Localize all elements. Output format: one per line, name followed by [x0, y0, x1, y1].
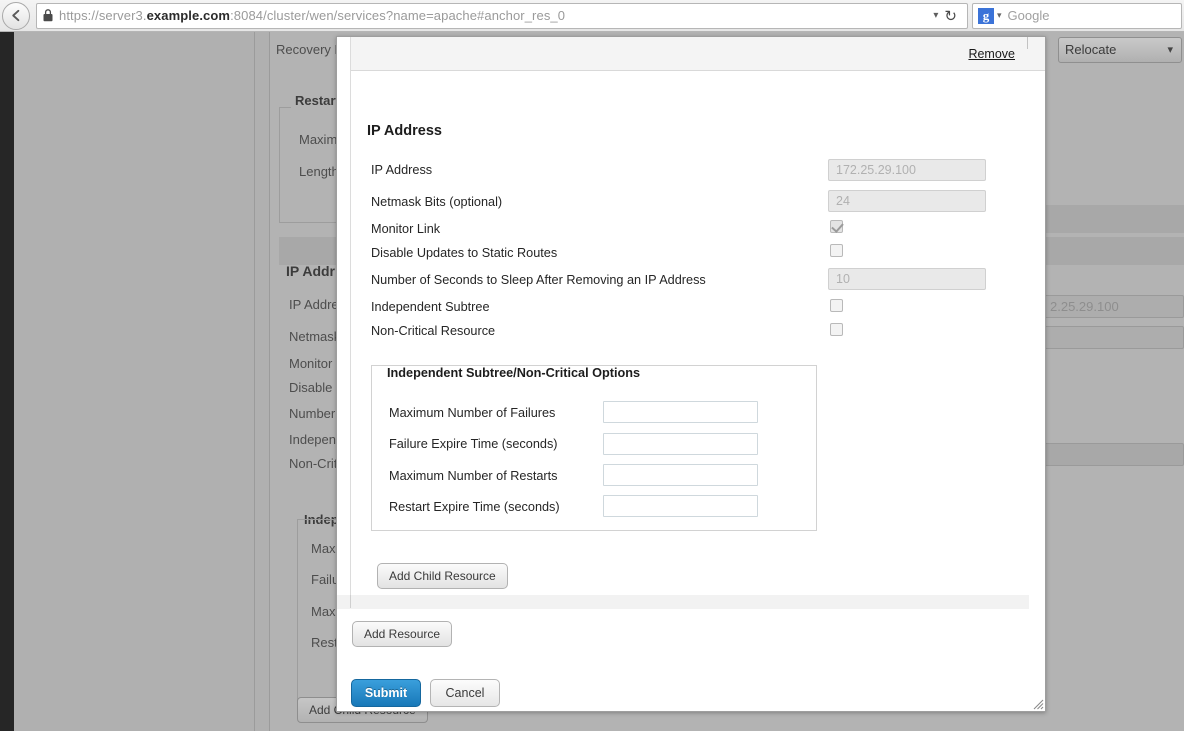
url-input[interactable]: https://server3.example.com:8084/cluster… [36, 2, 968, 29]
monitor-link-checkbox[interactable] [830, 220, 843, 233]
restart-expire-time-label: Restart Expire Time (seconds) [389, 500, 560, 514]
google-logo-icon[interactable]: g [978, 7, 994, 24]
add-resource-button[interactable]: Add Resource [352, 621, 453, 647]
sleep-seconds-input[interactable]: 10 [828, 268, 986, 290]
underlay-panel-band-right [1044, 205, 1184, 233]
underlay-subtree-label-0: Maxi [311, 541, 339, 556]
underlay-recovery-label: Recovery P [276, 42, 344, 57]
chevron-down-icon[interactable]: ▾ [997, 10, 1002, 21]
chevron-down-icon: ▾ [1167, 44, 1173, 56]
left-dark-margin [0, 32, 14, 731]
underlay-ip-input[interactable]: 2.25.29.100 [1042, 295, 1184, 318]
non-critical-resource-label: Non-Critical Resource [371, 324, 496, 338]
disable-updates-static-routes-label: Disable Updates to Static Routes [371, 246, 558, 260]
underlay-field-label-4: Number [289, 406, 336, 421]
dialog-form-left-border [350, 37, 351, 609]
url-text: https://server3.example.com:8084/cluster… [59, 8, 566, 23]
submit-button[interactable]: Submit [351, 679, 421, 707]
collapsed-panel-left-edge [350, 595, 351, 608]
monitor-link-label: Monitor Link [371, 222, 441, 236]
underlay-netmask-input[interactable] [1042, 326, 1184, 349]
chevron-down-icon[interactable]: ▾ [929, 10, 944, 21]
maximum-restarts-label: Maximum Number of Restarts [389, 469, 558, 483]
cancel-button[interactable]: Cancel [430, 679, 500, 707]
dialog-section-title: IP Address [367, 123, 442, 139]
non-critical-resource-checkbox[interactable] [830, 323, 843, 336]
underlay-field-label-3: Disable [289, 380, 333, 395]
resize-grip-icon[interactable] [1032, 698, 1044, 710]
underlay-subtree-label-2: Maxi [311, 604, 339, 619]
independent-subtree-label: Independent Subtree [371, 300, 490, 314]
underlay-field-label-6: Non-Crit [289, 456, 338, 471]
restart-expire-time-input[interactable] [603, 495, 758, 517]
page-area: Recovery P Restart Maximu Length IP Addr… [0, 32, 1184, 731]
back-arrow-icon[interactable] [2, 1, 30, 30]
independent-subtree-options-legend: Independent Subtree/Non-Critical Options [382, 366, 646, 380]
collapsed-resource-panel-band[interactable] [337, 595, 1029, 609]
search-placeholder: Google [1007, 8, 1050, 23]
netmask-bits-input[interactable]: 24 [828, 190, 986, 212]
search-input[interactable]: g ▾ Google [972, 2, 1182, 29]
underlay-length-label: Length [299, 164, 339, 179]
relocate-select[interactable]: Relocate ▾ [1058, 37, 1182, 63]
failure-expire-time-label: Failure Expire Time (seconds) [389, 437, 558, 451]
underlay-field-label-1: Netmask [289, 329, 341, 344]
underlay-subtree-label-3: Rest [311, 635, 338, 650]
ip-address-label: IP Address [371, 163, 433, 177]
browser-toolbar: https://server3.example.com:8084/cluster… [0, 0, 1184, 32]
disable-updates-static-routes-checkbox[interactable] [830, 244, 843, 257]
dialog-resource-header-strip [350, 37, 1045, 71]
add-child-resource-button[interactable]: Add Child Resource [377, 563, 508, 589]
underlay-sleep-input[interactable] [1042, 443, 1184, 466]
relocate-select-label: Relocate [1065, 42, 1117, 57]
failure-expire-time-input[interactable] [603, 433, 758, 455]
padlock-icon [43, 9, 53, 22]
resource-edit-dialog: Remove IP Address IP Address 172.25.29.1… [336, 36, 1046, 712]
independent-subtree-checkbox[interactable] [830, 299, 843, 312]
maximum-restarts-input[interactable] [603, 464, 758, 486]
underlay-section-title: IP Addr [286, 263, 336, 279]
ip-address-input[interactable]: 172.25.29.100 [828, 159, 986, 181]
remove-resource-link[interactable]: Remove [968, 47, 1015, 61]
netmask-bits-label: Netmask Bits (optional) [371, 195, 503, 209]
underlay-field-label-5: Indepen [289, 432, 336, 447]
underlay-content-edge [269, 32, 270, 731]
maximum-failures-label: Maximum Number of Failures [389, 406, 556, 420]
maximum-failures-input[interactable] [603, 401, 758, 423]
underlay-field-label-0: IP Addre [289, 297, 339, 312]
reload-icon[interactable]: ↻ [944, 7, 961, 25]
dialog-scroll-region: Remove IP Address IP Address 172.25.29.1… [337, 37, 1045, 711]
underlay-column-divider [254, 32, 255, 731]
dialog-header-tick [1027, 37, 1028, 49]
sleep-seconds-label: Number of Seconds to Sleep After Removin… [371, 273, 706, 287]
underlay-subtree-label-1: Failu [311, 572, 340, 587]
